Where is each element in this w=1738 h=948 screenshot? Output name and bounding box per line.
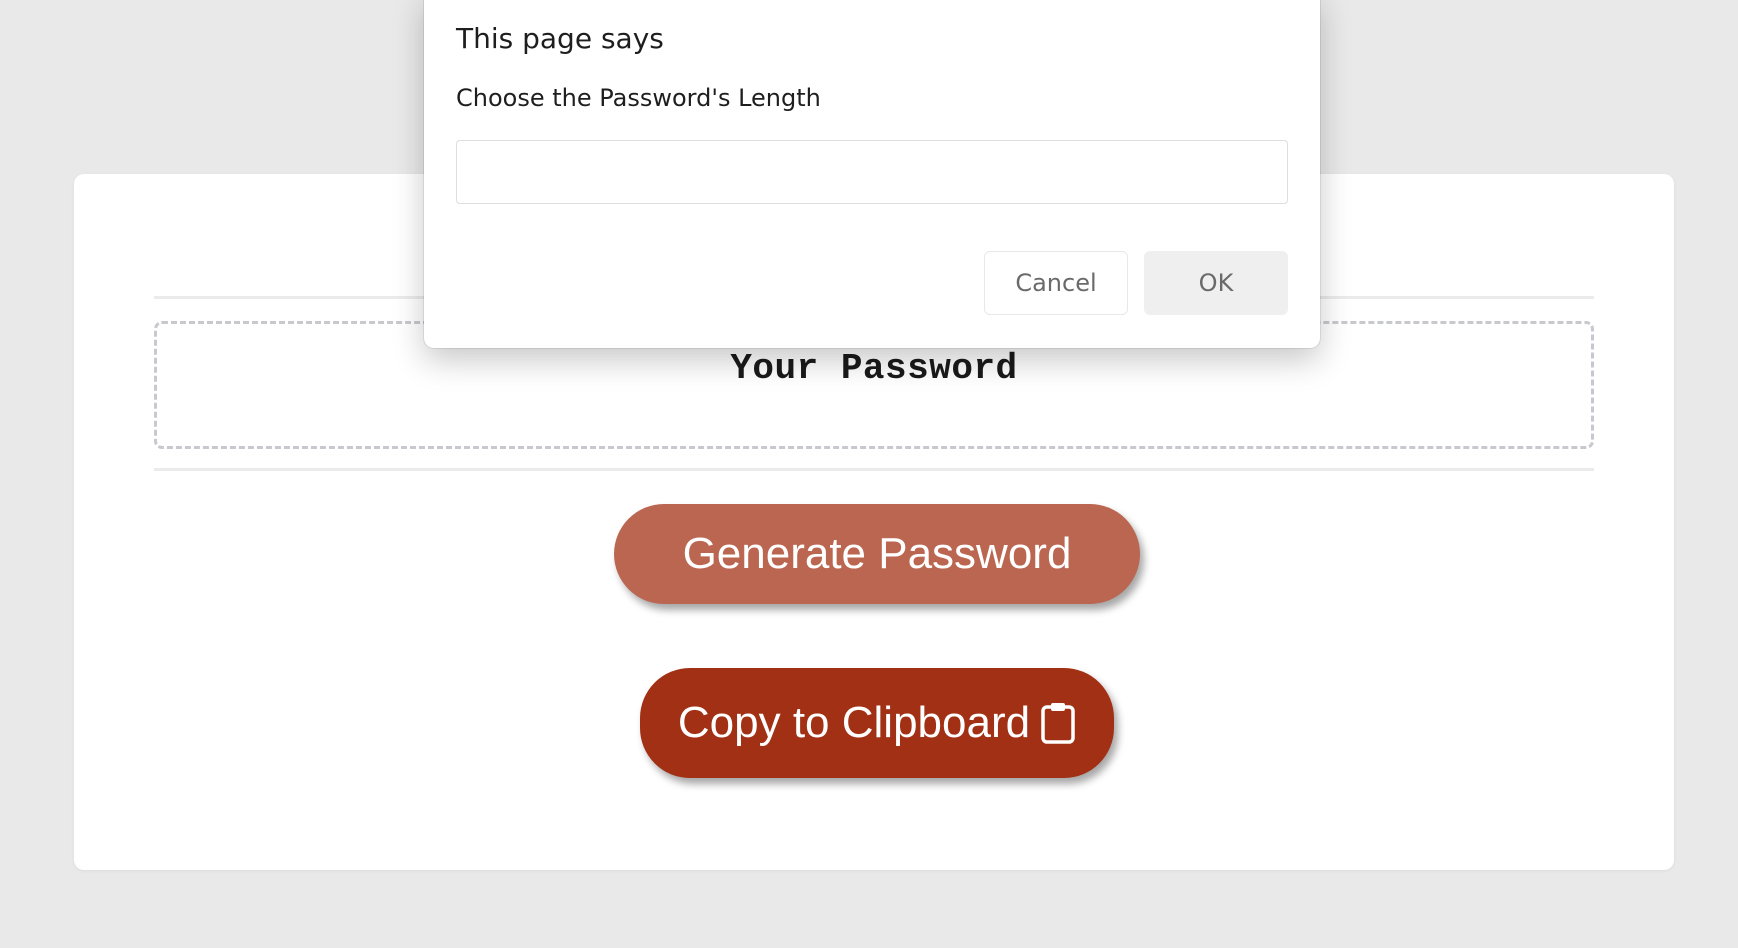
clipboard-icon [1040, 701, 1076, 745]
generate-password-label: Generate Password [682, 529, 1072, 578]
bottom-divider [154, 468, 1594, 471]
dialog-message: Choose the Password's Length [456, 84, 821, 112]
copy-to-clipboard-button[interactable]: Copy to Clipboard [640, 668, 1114, 778]
copy-to-clipboard-label: Copy to Clipboard [677, 698, 1031, 747]
dialog-title: This page says [456, 22, 664, 55]
cancel-button[interactable]: Cancel [984, 251, 1128, 315]
password-display-text: Your Password [730, 348, 1018, 389]
ok-button[interactable]: OK [1144, 251, 1288, 315]
password-length-input[interactable] [456, 140, 1288, 204]
generate-password-button[interactable]: Generate Password [614, 504, 1140, 604]
prompt-dialog: This page says Choose the Password's Len… [424, 0, 1320, 348]
